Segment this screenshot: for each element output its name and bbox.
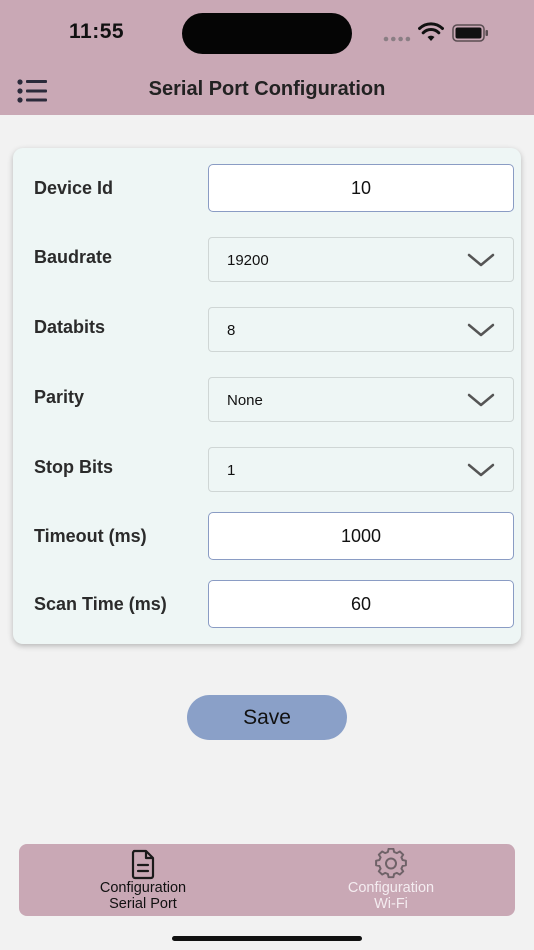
status-time: 11:55 xyxy=(69,20,125,43)
databits-value: 8 xyxy=(227,322,236,339)
baudrate-label: Baudrate xyxy=(34,247,113,267)
device-id-label: Device Id xyxy=(34,178,114,198)
device-id-input[interactable] xyxy=(208,164,514,212)
databits-select[interactable]: 8 xyxy=(208,307,514,352)
chevron-down-icon xyxy=(467,463,495,477)
tab-label-serial-port: Configuration Serial Port xyxy=(99,880,187,912)
tab-label-wifi: Configuration Wi-Fi xyxy=(347,880,435,912)
baudrate-select[interactable]: 19200 xyxy=(208,237,514,282)
scan-time-label: Scan Time (ms) xyxy=(34,594,167,614)
scan-time-input[interactable] xyxy=(208,580,514,628)
battery-icon xyxy=(452,24,488,42)
timeout-input[interactable] xyxy=(208,512,514,560)
signal-dots-icon xyxy=(383,36,411,42)
serial-config-card: Device Id Baudrate 19200 Databits 8 Pari… xyxy=(13,148,521,644)
wifi-icon xyxy=(418,22,444,41)
stop-bits-value: 1 xyxy=(227,462,236,479)
chevron-down-icon xyxy=(467,323,495,337)
save-button[interactable]: Save xyxy=(187,695,347,740)
databits-label: Databits xyxy=(34,317,106,337)
parity-value: None xyxy=(227,392,263,409)
chevron-down-icon xyxy=(467,253,495,267)
dynamic-island xyxy=(182,13,352,54)
chevron-down-icon xyxy=(467,393,495,407)
gear-icon xyxy=(375,848,407,879)
page-title: Serial Port Configuration xyxy=(148,78,386,100)
parity-label: Parity xyxy=(34,387,85,407)
tab-configuration-serial-port[interactable]: Configuration Serial Port xyxy=(19,844,267,916)
bottom-tab-bar: Configuration Serial Port Configuration … xyxy=(19,844,515,916)
baudrate-value: 19200 xyxy=(227,252,269,269)
timeout-label: Timeout (ms) xyxy=(34,526,147,546)
document-icon xyxy=(131,849,155,880)
home-indicator xyxy=(172,936,362,941)
parity-select[interactable]: None xyxy=(208,377,514,422)
stop-bits-select[interactable]: 1 xyxy=(208,447,514,492)
tab-configuration-wifi[interactable]: Configuration Wi-Fi xyxy=(267,844,515,916)
top-app-bar: 11:55 Serial Port Configuration xyxy=(0,0,534,115)
stop-bits-label: Stop Bits xyxy=(34,457,113,477)
